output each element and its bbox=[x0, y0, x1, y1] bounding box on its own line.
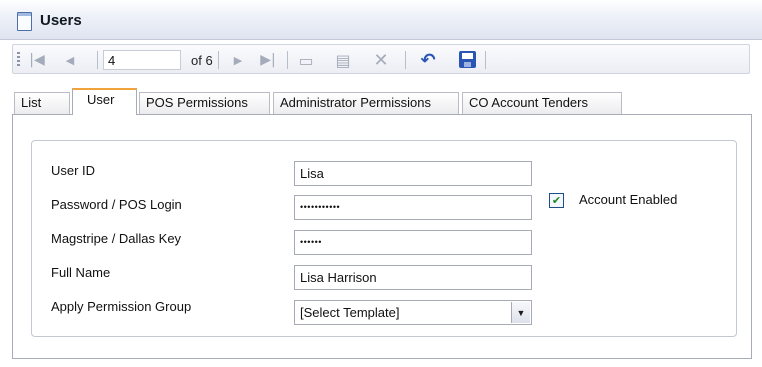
tab-list[interactable]: List bbox=[14, 92, 70, 114]
edit-record-icon[interactable]: ▤ bbox=[333, 51, 353, 70]
checkmark-icon: ✔ bbox=[551, 194, 562, 207]
record-total-label: of 6 bbox=[191, 53, 213, 68]
tab-administrator-permissions[interactable]: Administrator Permissions bbox=[273, 92, 459, 114]
title-bar: Users bbox=[0, 0, 762, 40]
toolbar-separator bbox=[218, 51, 219, 69]
users-window: Users |◀ ◀ of 6 ▶ ▶| ▭ ▤ ✕ ↶ List User P… bbox=[0, 0, 762, 367]
toolbar-separator bbox=[287, 51, 288, 69]
tab-co-account-tenders[interactable]: CO Account Tenders bbox=[462, 92, 622, 114]
account-enabled-checkbox[interactable]: ✔ bbox=[549, 193, 564, 208]
previous-record-icon[interactable]: ◀ bbox=[63, 51, 77, 69]
tab-strip: List User POS Permissions Administrator … bbox=[12, 88, 750, 115]
password-label: Password / POS Login bbox=[51, 197, 182, 212]
window-icon bbox=[17, 12, 32, 31]
record-navigator-toolbar: |◀ ◀ of 6 ▶ ▶| ▭ ▤ ✕ ↶ bbox=[12, 44, 750, 74]
full-name-field[interactable]: Lisa Harrison bbox=[294, 265, 532, 290]
user-id-label: User ID bbox=[51, 163, 96, 178]
permission-group-label: Apply Permission Group bbox=[51, 299, 192, 314]
full-name-label: Full Name bbox=[51, 265, 111, 280]
tab-pos-permissions[interactable]: POS Permissions bbox=[139, 92, 270, 114]
permission-group-value: [Select Template] bbox=[300, 305, 400, 320]
password-field[interactable]: ••••••••••• bbox=[294, 195, 532, 220]
first-record-icon[interactable]: |◀ bbox=[27, 51, 47, 69]
user-details-group: User ID Lisa Password / POS Login ••••••… bbox=[31, 140, 737, 337]
account-enabled-label[interactable]: Account Enabled bbox=[579, 192, 677, 207]
last-record-icon[interactable]: ▶| bbox=[258, 51, 278, 69]
toolbar-separator bbox=[97, 51, 98, 69]
new-record-icon[interactable]: ▭ bbox=[296, 51, 316, 70]
magstripe-label: Magstripe / Dallas Key bbox=[51, 231, 182, 246]
tab-user[interactable]: User bbox=[72, 88, 137, 115]
undo-icon[interactable]: ↶ bbox=[417, 50, 439, 71]
magstripe-field[interactable]: •••••• bbox=[294, 230, 532, 255]
window-title: Users bbox=[40, 12, 82, 29]
permission-group-select[interactable]: [Select Template] ▼ bbox=[294, 300, 532, 325]
next-record-icon[interactable]: ▶ bbox=[231, 51, 245, 69]
user-tab-panel: User ID Lisa Password / POS Login ••••••… bbox=[12, 114, 752, 359]
chevron-down-icon[interactable]: ▼ bbox=[511, 302, 530, 323]
delete-record-icon[interactable]: ✕ bbox=[370, 50, 392, 71]
save-icon[interactable] bbox=[459, 51, 476, 68]
toolbar-grip[interactable] bbox=[17, 52, 20, 68]
toolbar-separator bbox=[485, 51, 486, 69]
toolbar-separator bbox=[405, 51, 406, 69]
record-position-input[interactable] bbox=[103, 50, 181, 70]
user-id-field[interactable]: Lisa bbox=[294, 161, 532, 186]
